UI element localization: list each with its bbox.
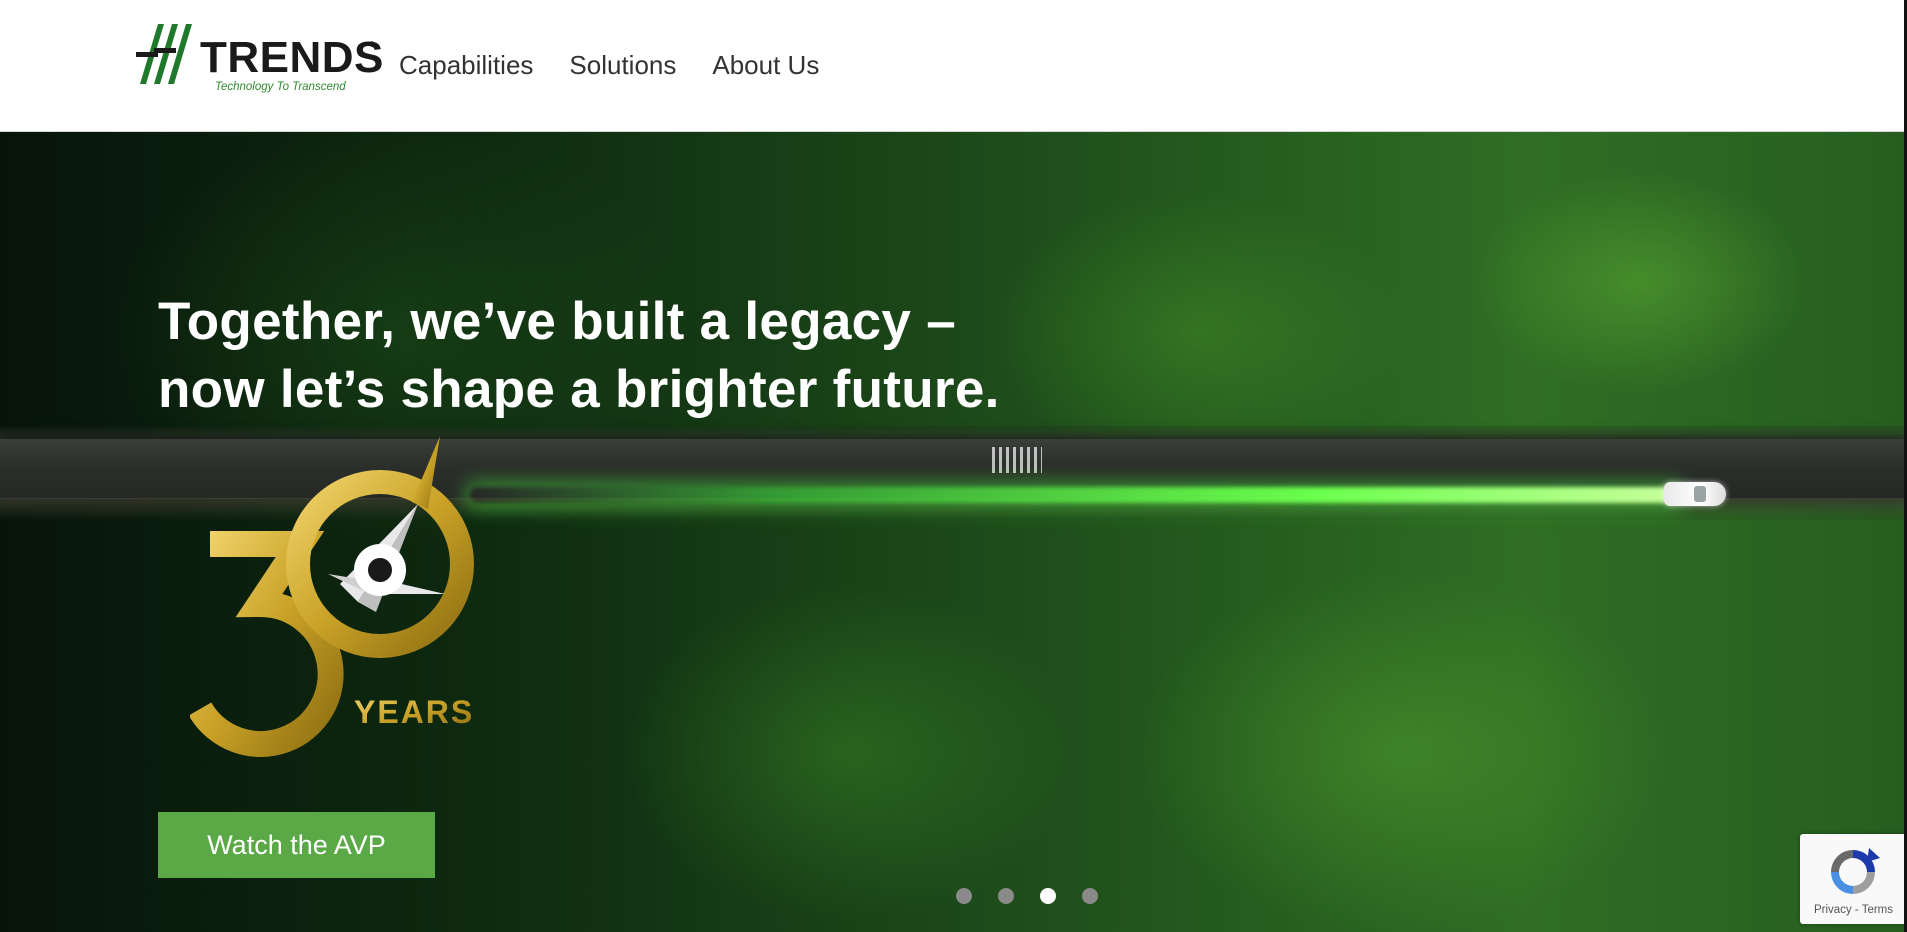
nav-item-capabilities[interactable]: Capabilities <box>399 48 533 82</box>
logo-wordmark: TRENDS <box>200 33 384 82</box>
logo-registered-mark: ® <box>369 40 375 49</box>
trends-logo[interactable]: TRENDS ® Technology To Transcend <box>136 22 383 94</box>
hero-banner: Together, we’ve built a legacy – now let… <box>0 132 1907 932</box>
recaptcha-badge[interactable]: Privacy - Terms <box>1800 834 1907 924</box>
badge-digit-3 <box>190 531 344 757</box>
main-nav: Capabilities Solutions About Us <box>399 48 855 82</box>
recaptcha-links: Privacy - Terms <box>1800 904 1907 916</box>
recaptcha-separator: - <box>1851 904 1862 916</box>
hero-headline: Together, we’ve built a legacy – now let… <box>158 288 1058 424</box>
carousel-dots <box>956 888 1098 904</box>
car <box>1664 482 1726 506</box>
recaptcha-icon <box>1831 848 1880 894</box>
nav-item-solutions[interactable]: Solutions <box>569 48 676 82</box>
30-years-badge: YEARS <box>190 436 474 757</box>
watch-avp-button[interactable]: Watch the AVP <box>158 812 435 878</box>
logo-tagline: Technology To Transcend <box>215 81 346 93</box>
carousel-dot-active[interactable] <box>1040 888 1056 904</box>
hero-headline-line1: Together, we’ve built a legacy – <box>158 292 957 351</box>
compass-icon <box>328 436 445 612</box>
carousel-dot[interactable] <box>1082 888 1098 904</box>
recaptcha-privacy-link[interactable]: Privacy <box>1814 904 1852 916</box>
trends-logo-mark-icon <box>136 24 192 84</box>
hero-headline-line2: now let’s shape a brighter future. <box>158 360 1000 419</box>
light-trail <box>470 487 1680 503</box>
carousel-dot[interactable] <box>998 888 1014 904</box>
carousel-dot[interactable] <box>956 888 972 904</box>
recaptcha-terms-link[interactable]: Terms <box>1862 904 1893 916</box>
crosswalk <box>992 447 1042 473</box>
nav-item-about-us[interactable]: About Us <box>712 48 819 82</box>
site-header: TRENDS ® Technology To Transcend Capabil… <box>0 0 1907 132</box>
badge-years-text: YEARS <box>354 694 474 730</box>
